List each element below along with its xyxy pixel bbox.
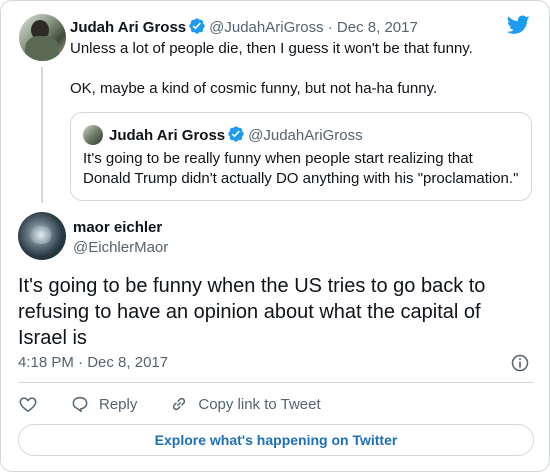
- avatar-judah-ari-gross[interactable]: [19, 14, 66, 61]
- tweet-card: Judah Ari Gross @JudahAriGross · Dec 8, 2…: [0, 0, 550, 472]
- like-button[interactable]: [18, 394, 38, 414]
- parent-author-handle[interactable]: @JudahAriGross: [209, 19, 323, 36]
- action-bar: Reply Copy link to Tweet: [18, 392, 321, 416]
- parent-author-name[interactable]: Judah Ari Gross: [70, 19, 186, 36]
- tweet-text: It's going to be funny when the US tries…: [18, 275, 486, 349]
- tweet-time: 4:18 PM: [18, 354, 74, 371]
- reply-button[interactable]: Reply: [70, 394, 137, 414]
- tweet-timestamp[interactable]: 4:18 PM · Dec 8, 2017: [18, 353, 168, 373]
- parent-tweet-line-2: OK, maybe a kind of cosmic funny, but no…: [70, 80, 438, 97]
- quoted-tweet-header: Judah Ari Gross @JudahAriGross: [109, 125, 363, 146]
- parent-tweet-header: Judah Ari Gross @JudahAriGross · Dec 8, 2…: [70, 17, 418, 38]
- explore-button[interactable]: Explore what's happening on Twitter: [18, 424, 534, 456]
- parent-tweet-line-1: Unless a lot of people die, then I guess…: [70, 40, 473, 57]
- twitter-logo-icon[interactable]: [507, 15, 530, 35]
- quoted-author-name: Judah Ari Gross: [109, 127, 226, 144]
- quoted-author-handle: @JudahAriGross: [248, 127, 363, 144]
- verified-badge-icon: [189, 18, 205, 34]
- avatar-maor-eichler[interactable]: [18, 212, 66, 260]
- divider: [18, 382, 534, 383]
- info-icon[interactable]: [510, 353, 530, 373]
- quoted-avatar: [83, 125, 103, 145]
- parent-tweet-date[interactable]: Dec 8, 2017: [337, 19, 418, 36]
- link-icon: [173, 397, 186, 411]
- thread-line: [41, 67, 43, 203]
- copy-link-button[interactable]: Copy link to Tweet: [169, 394, 321, 414]
- heart-icon: [19, 397, 37, 412]
- separator-dot: ·: [327, 19, 333, 36]
- quoted-tweet[interactable]: Judah Ari Gross @JudahAriGross It's going…: [70, 112, 532, 201]
- tweet-date: Dec 8, 2017: [87, 354, 169, 371]
- copy-link-label: Copy link to Tweet: [198, 395, 321, 413]
- reply-label: Reply: [99, 395, 138, 413]
- separator-dot: ·: [78, 354, 84, 371]
- author-handle[interactable]: @EichlerMaor: [73, 238, 168, 258]
- quoted-tweet-text: It's going to be really funny when peopl…: [83, 150, 519, 187]
- author-name[interactable]: maor eichler: [73, 218, 162, 238]
- reply-icon: [72, 397, 88, 413]
- verified-badge-icon: [228, 126, 244, 142]
